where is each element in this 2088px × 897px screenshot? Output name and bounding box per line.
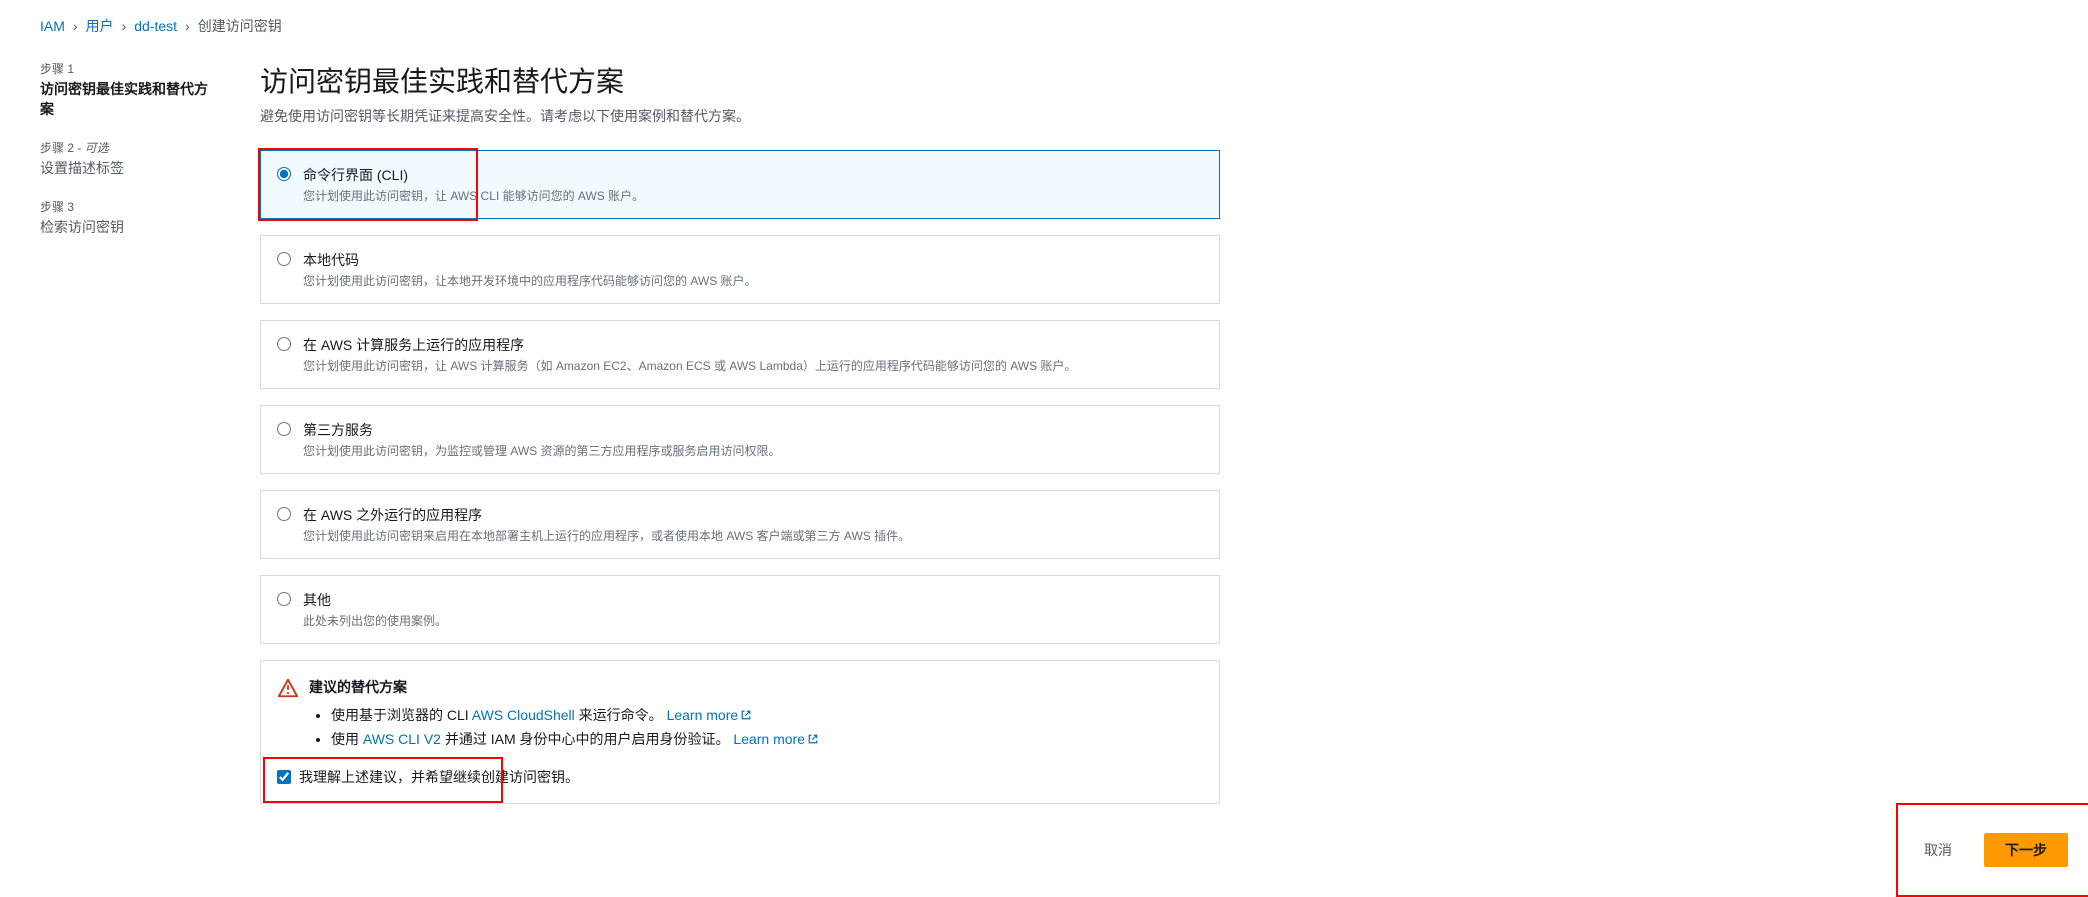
alternative-item-1: 使用基于浏览器的 CLI AWS CloudShell 来运行命令。 Learn… bbox=[331, 705, 1203, 725]
option-title: 其他 bbox=[303, 590, 447, 610]
step-number: 步骤 2 bbox=[40, 141, 74, 155]
radio-aws-compute[interactable] bbox=[277, 337, 291, 351]
chevron-right-icon: › bbox=[185, 18, 190, 34]
alternative-item-2: 使用 AWS CLI V2 并通过 IAM 身份中心中的用户启用身份验证。 Le… bbox=[331, 729, 1203, 749]
usecase-option-third-party[interactable]: 第三方服务 您计划使用此访问密钥，为监控或管理 AWS 资源的第三方应用程序或服… bbox=[260, 405, 1220, 474]
step-title: 检索访问密钥 bbox=[40, 217, 220, 237]
alternatives-heading: 建议的替代方案 bbox=[309, 677, 407, 697]
page-title: 访问密钥最佳实践和替代方案 bbox=[260, 60, 1220, 100]
link-cli-v2[interactable]: AWS CLI V2 bbox=[363, 731, 441, 747]
breadcrumb-current: 创建访问密钥 bbox=[198, 16, 282, 36]
usecase-option-outside-aws[interactable]: 在 AWS 之外运行的应用程序 您计划使用此访问密钥来启用在本地部署主机上运行的… bbox=[260, 490, 1220, 559]
option-desc: 您计划使用此访问密钥，为监控或管理 AWS 资源的第三方应用程序或服务启用访问权… bbox=[303, 442, 781, 459]
option-desc: 您计划使用此访问密钥，让 AWS CLI 能够访问您的 AWS 账户。 bbox=[303, 187, 644, 204]
breadcrumb: IAM › 用户 › dd-test › 创建访问密钥 bbox=[40, 16, 2088, 36]
option-title: 本地代码 bbox=[303, 250, 757, 270]
confirm-label[interactable]: 我理解上述建议，并希望继续创建访问密钥。 bbox=[299, 767, 579, 787]
wizard-steps-sidebar: 步骤 1 访问密钥最佳实践和替代方案 步骤 2 - 可选 设置描述标签 步骤 3… bbox=[40, 60, 220, 804]
usecase-option-other[interactable]: 其他 此处未列出您的使用案例。 bbox=[260, 575, 1220, 644]
radio-other[interactable] bbox=[277, 592, 291, 606]
breadcrumb-users[interactable]: 用户 bbox=[86, 16, 114, 36]
learn-more-link-1[interactable]: Learn more bbox=[667, 707, 753, 723]
confirm-checkbox[interactable] bbox=[277, 770, 291, 784]
option-title: 在 AWS 之外运行的应用程序 bbox=[303, 505, 910, 525]
option-desc: 您计划使用此访问密钥，让本地开发环境中的应用程序代码能够访问您的 AWS 账户。 bbox=[303, 272, 757, 289]
warning-icon bbox=[277, 677, 299, 699]
option-title: 命令行界面 (CLI) bbox=[303, 165, 644, 185]
radio-local-code[interactable] bbox=[277, 252, 291, 266]
option-title: 在 AWS 计算服务上运行的应用程序 bbox=[303, 335, 1076, 355]
breadcrumb-user[interactable]: dd-test bbox=[134, 18, 177, 34]
cancel-button[interactable]: 取消 bbox=[1904, 834, 1972, 866]
link-cloudshell[interactable]: AWS CloudShell bbox=[472, 707, 575, 723]
step-number: 步骤 3 bbox=[40, 200, 74, 214]
breadcrumb-iam[interactable]: IAM bbox=[40, 18, 65, 34]
learn-more-link-2[interactable]: Learn more bbox=[733, 731, 819, 747]
alternatives-panel: 建议的替代方案 使用基于浏览器的 CLI AWS CloudShell 来运行命… bbox=[260, 660, 1220, 804]
page-subtitle: 避免使用访问密钥等长期凭证来提高安全性。请考虑以下使用案例和替代方案。 bbox=[260, 106, 1220, 126]
option-desc: 此处未列出您的使用案例。 bbox=[303, 612, 447, 629]
wizard-footer-actions: 取消 下一步 bbox=[1904, 833, 2068, 867]
chevron-right-icon: › bbox=[73, 18, 78, 34]
radio-third-party[interactable] bbox=[277, 422, 291, 436]
confirm-row: 我理解上述建议，并希望继续创建访问密钥。 bbox=[277, 767, 1203, 787]
option-desc: 您计划使用此访问密钥来启用在本地部署主机上运行的应用程序，或者使用本地 AWS … bbox=[303, 527, 910, 544]
usecase-option-local-code[interactable]: 本地代码 您计划使用此访问密钥，让本地开发环境中的应用程序代码能够访问您的 AW… bbox=[260, 235, 1220, 304]
wizard-step-2[interactable]: 步骤 2 - 可选 设置描述标签 bbox=[40, 139, 220, 178]
radio-outside-aws[interactable] bbox=[277, 507, 291, 521]
option-desc: 您计划使用此访问密钥，让 AWS 计算服务（如 Amazon EC2、Amazo… bbox=[303, 357, 1076, 374]
next-button[interactable]: 下一步 bbox=[1984, 833, 2068, 867]
option-title: 第三方服务 bbox=[303, 420, 781, 440]
external-link-icon bbox=[740, 708, 752, 724]
wizard-step-1[interactable]: 步骤 1 访问密钥最佳实践和替代方案 bbox=[40, 60, 220, 119]
usecase-option-aws-compute[interactable]: 在 AWS 计算服务上运行的应用程序 您计划使用此访问密钥，让 AWS 计算服务… bbox=[260, 320, 1220, 389]
usecase-option-cli[interactable]: 命令行界面 (CLI) 您计划使用此访问密钥，让 AWS CLI 能够访问您的 … bbox=[260, 150, 1220, 219]
step-title: 设置描述标签 bbox=[40, 158, 220, 178]
step-title: 访问密钥最佳实践和替代方案 bbox=[40, 79, 220, 119]
chevron-right-icon: › bbox=[122, 18, 127, 34]
wizard-step-3[interactable]: 步骤 3 检索访问密钥 bbox=[40, 198, 220, 237]
external-link-icon bbox=[807, 732, 819, 748]
step-number: 步骤 1 bbox=[40, 62, 74, 76]
main-content: 访问密钥最佳实践和替代方案 避免使用访问密钥等长期凭证来提高安全性。请考虑以下使… bbox=[260, 60, 1220, 804]
radio-cli[interactable] bbox=[277, 167, 291, 181]
